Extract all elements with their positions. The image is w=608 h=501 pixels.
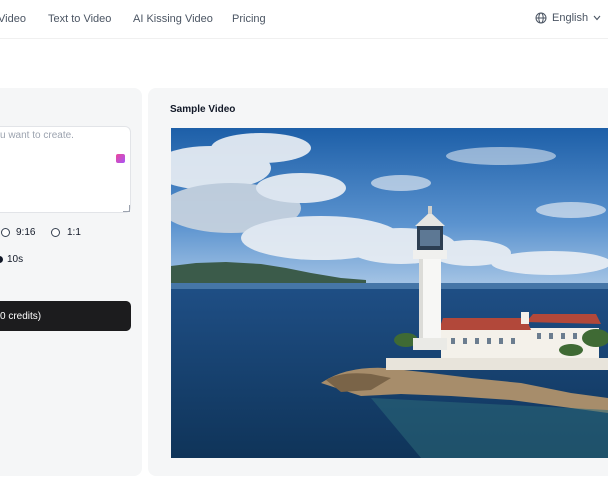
aspect-radio-9-16[interactable] — [1, 228, 10, 237]
aspect-radio-1-1[interactable] — [51, 228, 60, 237]
resize-handle-icon[interactable] — [123, 205, 130, 212]
aspect-label-9-16: 9:16 — [16, 227, 36, 238]
header-divider — [0, 38, 608, 39]
chevron-down-icon — [593, 15, 601, 21]
globe-icon — [535, 12, 547, 24]
prompt-placeholder: u want to create. — [0, 130, 74, 141]
magic-prompt-icon[interactable] — [116, 154, 125, 163]
nav-item-text-to-video[interactable]: Text to Video — [48, 13, 111, 25]
sample-video-title: Sample Video — [170, 104, 236, 115]
nav-item-video[interactable]: Video — [0, 13, 26, 25]
nav-item-pricing[interactable]: Pricing — [232, 13, 266, 25]
generate-button[interactable]: 0 credits) — [0, 301, 131, 331]
nav-item-ai-kissing-video[interactable]: AI Kissing Video — [133, 13, 213, 25]
aspect-label-1-1: 1:1 — [67, 227, 81, 238]
sample-video-player[interactable] — [171, 128, 608, 458]
language-selector[interactable]: English — [535, 12, 601, 24]
language-label: English — [552, 12, 589, 24]
top-navigation: Video Text to Video AI Kissing Video Pri… — [0, 0, 608, 38]
lighthouse-video-frame — [171, 128, 608, 458]
generate-button-label: 0 credits) — [0, 310, 42, 322]
duration-label-10s: 10s — [7, 254, 24, 265]
